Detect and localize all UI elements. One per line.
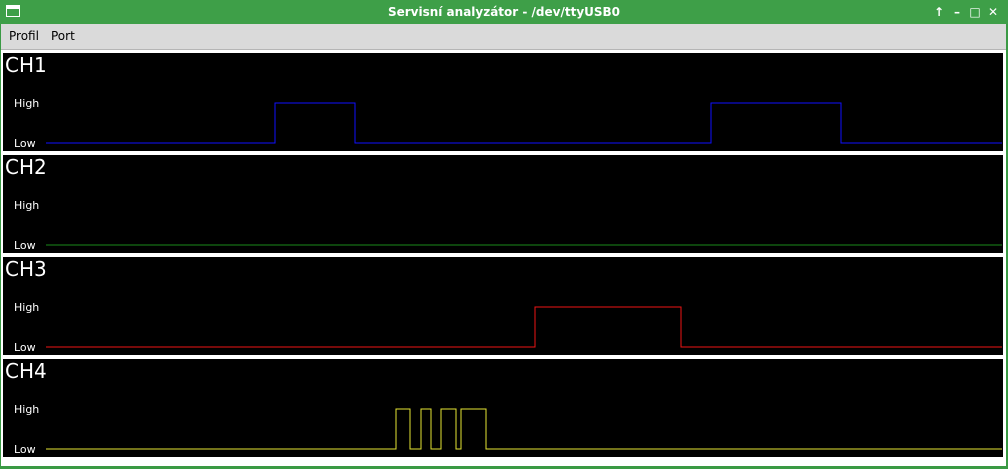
signal-trace xyxy=(46,306,1002,348)
channel-plot: CH1 High Low xyxy=(5,54,1002,150)
channel-plot: CH3 High Low xyxy=(5,258,1002,354)
menu-bar: Profil Port xyxy=(1,24,1006,50)
channel-name: CH3 xyxy=(5,258,47,281)
minimize-icon[interactable]: – xyxy=(948,0,966,24)
channel-name: CH4 xyxy=(5,360,47,383)
level-high-label: High xyxy=(14,97,39,110)
window-title: Servisní analyzátor - /dev/ttyUSB0 xyxy=(387,5,621,19)
title-bar: Servisní analyzátor - /dev/ttyUSB0 ↑ – □… xyxy=(0,0,1008,24)
channel-panel-2: CH2 High Low xyxy=(3,155,1003,253)
channel-name: CH1 xyxy=(5,54,47,77)
level-low-label: Low xyxy=(14,239,36,252)
channel-panel-1: CH1 High Low xyxy=(3,53,1003,151)
channel-panel-3: CH3 High Low xyxy=(3,257,1003,355)
level-high-label: High xyxy=(14,301,39,314)
level-low-label: Low xyxy=(14,341,36,354)
channel-panel-4: CH4 High Low xyxy=(3,359,1003,457)
level-high-label: High xyxy=(14,199,39,212)
channel-plot: CH4 High Low xyxy=(5,360,1002,456)
menu-profil[interactable]: Profil xyxy=(9,24,39,49)
signal-trace xyxy=(46,408,1002,450)
channel-plot: CH2 High Low xyxy=(5,156,1002,252)
channels-area: CH1 High Low CH2 High Low CH3 High Low CH4 High… xyxy=(1,50,1006,466)
level-high-label: High xyxy=(14,403,39,416)
signal-trace xyxy=(46,102,1002,144)
level-low-label: Low xyxy=(14,443,36,456)
menu-port[interactable]: Port xyxy=(51,24,75,49)
channel-name: CH2 xyxy=(5,156,47,179)
close-icon[interactable]: ✕ xyxy=(984,0,1002,24)
maximize-icon[interactable]: □ xyxy=(966,0,984,24)
keep-above-icon[interactable]: ↑ xyxy=(930,0,948,24)
level-low-label: Low xyxy=(14,137,36,150)
